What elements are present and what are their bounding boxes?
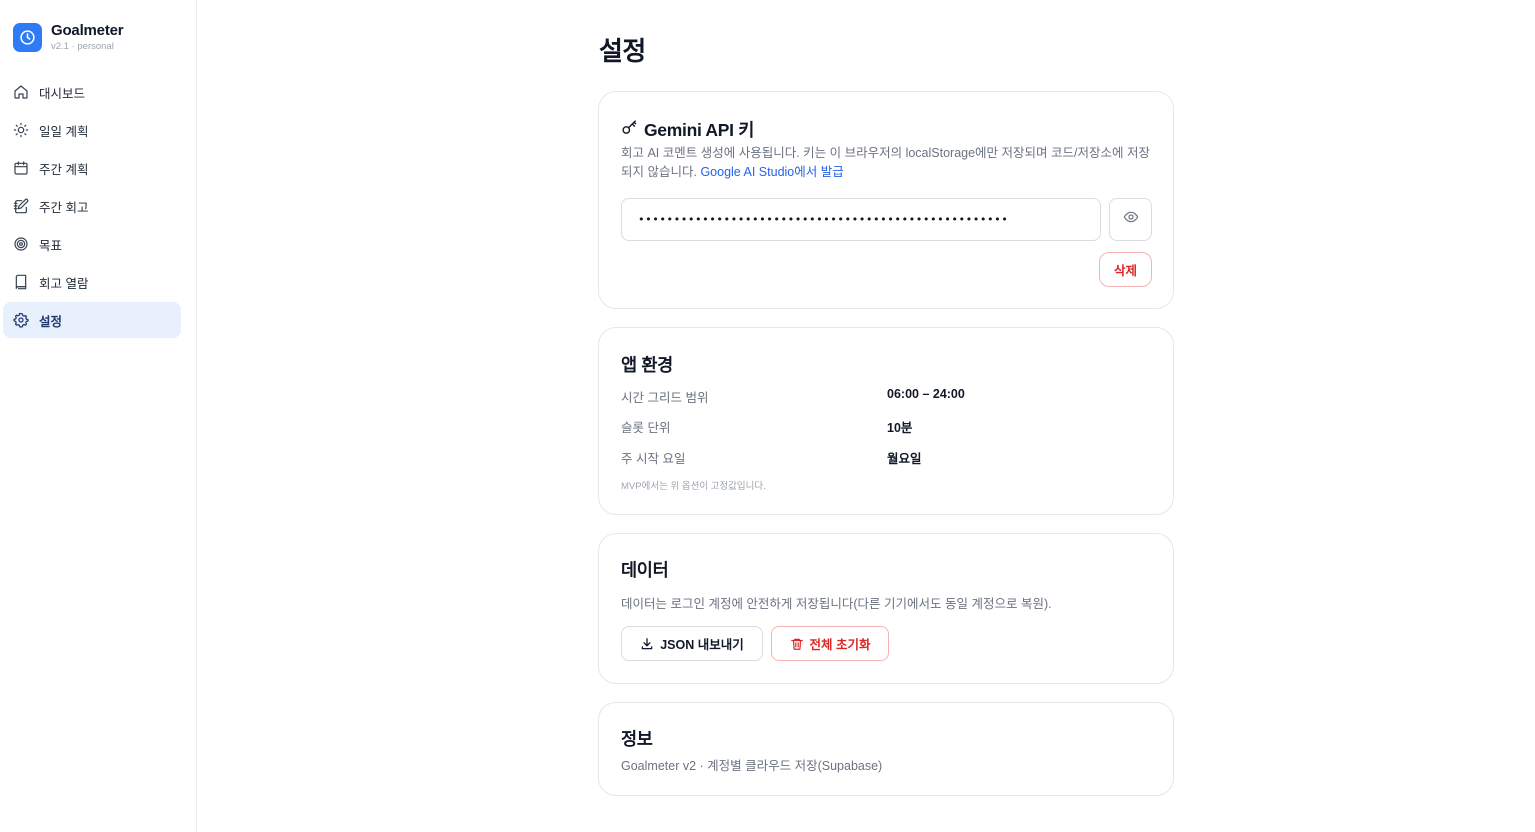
reset-all-button[interactable]: 전체 초기화 bbox=[771, 626, 889, 661]
sidebar-item-label: 대시보드 bbox=[39, 86, 86, 101]
app-version: v2.1 · personal bbox=[51, 41, 114, 52]
sidebar-nav: 대시보드 일일 계획 주간 계획 주간 회고 목표 회고 열람 설정 bbox=[3, 74, 181, 340]
notebook-pen-icon bbox=[13, 198, 29, 214]
gemini-description: 회고 AI 코멘트 생성에 사용됩니다. 키는 이 브라우저의 localSto… bbox=[621, 144, 1156, 182]
download-icon bbox=[640, 637, 654, 651]
json-export-button[interactable]: JSON 내보내기 bbox=[621, 626, 763, 661]
gemini-api-card: Gemini API 키 회고 AI 코멘트 생성에 사용됩니다. 키는 이 브… bbox=[598, 91, 1174, 309]
app-environment-card: 앱 환경 시간 그리드 범위 06:00 – 24:00 슬롯 단위 10분 주… bbox=[598, 327, 1174, 515]
env-value: 06:00 – 24:00 bbox=[887, 387, 965, 401]
sidebar-item-goals[interactable]: 목표 bbox=[3, 226, 181, 262]
env-row-slot-unit: 슬롯 단위 10분 bbox=[621, 417, 1151, 436]
sidebar-item-dashboard[interactable]: 대시보드 bbox=[3, 74, 181, 110]
sidebar-item-label: 일일 계획 bbox=[39, 124, 89, 139]
api-key-input[interactable] bbox=[621, 198, 1101, 241]
page-title: 설정 bbox=[599, 36, 646, 66]
gear-icon bbox=[13, 312, 29, 328]
sidebar: Goalmeter v2.1 · personal 대시보드 일일 계획 주간 … bbox=[0, 0, 197, 832]
eye-icon bbox=[1123, 209, 1139, 230]
sidebar-item-weekly-review[interactable]: 주간 회고 bbox=[3, 188, 181, 224]
env-label: 주 시작 요일 bbox=[621, 452, 686, 466]
info-description: Goalmeter v2 · 계정별 클라우드 저장(Supabase) bbox=[621, 759, 883, 773]
sidebar-item-settings[interactable]: 설정 bbox=[3, 302, 181, 338]
google-ai-studio-link[interactable]: Google AI Studio에서 발급 bbox=[700, 165, 843, 179]
env-value: 월요일 bbox=[887, 452, 922, 466]
gemini-card-title: Gemini API 키 bbox=[644, 120, 755, 140]
data-card: 데이터 데이터는 로그인 계정에 안전하게 저장됩니다(다른 기기에서도 동일 … bbox=[598, 533, 1174, 684]
env-label: 슬롯 단위 bbox=[621, 421, 671, 435]
env-label: 시간 그리드 범위 bbox=[621, 391, 709, 405]
app-name: Goalmeter bbox=[51, 22, 124, 39]
sidebar-item-review-browse[interactable]: 회고 열람 bbox=[3, 264, 181, 300]
env-row-time-grid: 시간 그리드 범위 06:00 – 24:00 bbox=[621, 387, 1151, 406]
info-card: 정보 Goalmeter v2 · 계정별 클라우드 저장(Supabase) bbox=[598, 702, 1174, 796]
brand[interactable]: Goalmeter v2.1 · personal bbox=[13, 22, 124, 53]
sidebar-item-daily-plan[interactable]: 일일 계획 bbox=[3, 112, 181, 148]
delete-key-button[interactable]: 삭제 bbox=[1099, 252, 1152, 287]
calendar-icon bbox=[13, 160, 29, 176]
home-icon bbox=[13, 84, 29, 100]
target-icon bbox=[13, 236, 29, 252]
toggle-visibility-button[interactable] bbox=[1109, 198, 1152, 241]
sidebar-item-label: 설정 bbox=[39, 314, 63, 329]
book-icon bbox=[13, 274, 29, 290]
reset-all-label: 전체 초기화 bbox=[809, 638, 871, 652]
key-icon bbox=[621, 119, 638, 141]
sidebar-item-label: 목표 bbox=[39, 238, 63, 253]
environment-card-title: 앱 환경 bbox=[621, 355, 673, 375]
env-value: 10분 bbox=[887, 421, 913, 435]
sidebar-item-label: 주간 회고 bbox=[39, 200, 89, 215]
sun-icon bbox=[13, 122, 29, 138]
data-card-title: 데이터 bbox=[621, 560, 669, 580]
sidebar-item-label: 주간 계획 bbox=[39, 162, 89, 177]
clock-icon bbox=[13, 23, 42, 52]
environment-note: MVP에서는 위 옵션이 고정값입니다. bbox=[621, 481, 766, 492]
info-card-title: 정보 bbox=[621, 729, 653, 749]
sidebar-item-label: 회고 열람 bbox=[39, 276, 89, 291]
trash-icon bbox=[790, 637, 804, 651]
sidebar-item-weekly-plan[interactable]: 주간 계획 bbox=[3, 150, 181, 186]
data-description: 데이터는 로그인 계정에 안전하게 저장됩니다(다른 기기에서도 동일 계정으로… bbox=[621, 597, 1052, 611]
env-row-week-start: 주 시작 요일 월요일 bbox=[621, 448, 1151, 467]
json-export-label: JSON 내보내기 bbox=[660, 638, 744, 652]
